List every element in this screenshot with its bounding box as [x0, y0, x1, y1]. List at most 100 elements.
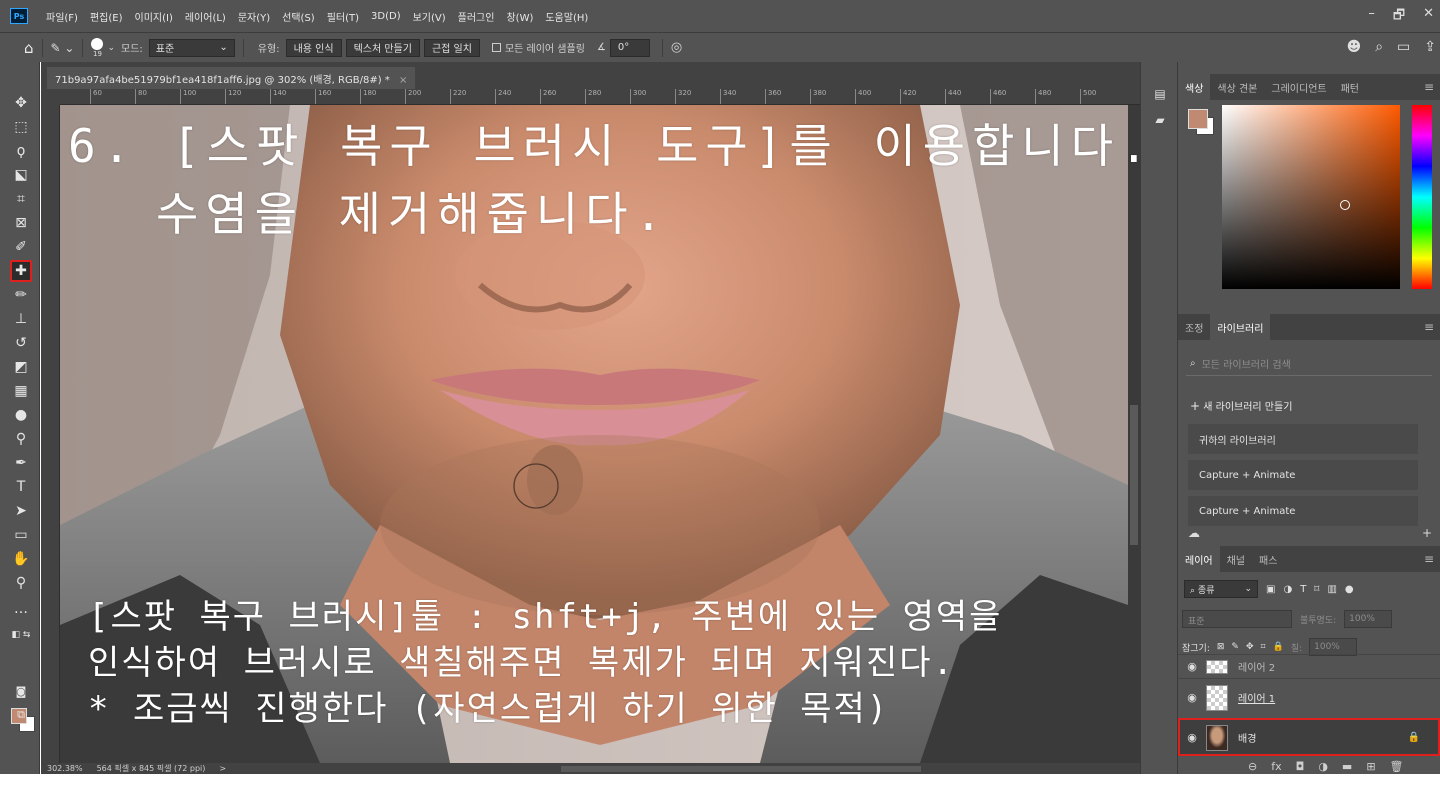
- color-picker-marker[interactable]: [1340, 200, 1350, 210]
- lock-all-icon[interactable]: 🔒: [1273, 642, 1284, 652]
- type-filter-icon[interactable]: T: [1300, 584, 1306, 595]
- tab-layers[interactable]: 레이어: [1178, 546, 1220, 572]
- shape-filter-icon[interactable]: ⌑: [1314, 584, 1319, 595]
- visibility-icon[interactable]: ◉: [1178, 691, 1206, 704]
- menu-type[interactable]: 문자(Y): [232, 9, 276, 24]
- screen-mode-icon[interactable]: ⧉: [10, 704, 32, 726]
- lock-pixels-icon[interactable]: ✎: [1231, 642, 1239, 652]
- more-tools-icon[interactable]: …: [10, 598, 32, 620]
- account-icon[interactable]: ☻: [1347, 39, 1362, 55]
- brush-tool-icon[interactable]: ✏: [10, 284, 32, 306]
- lasso-tool-icon[interactable]: ϙ: [10, 140, 32, 162]
- library-item[interactable]: Capture + Animate: [1188, 460, 1418, 490]
- blend-mode-select[interactable]: 표준: [1182, 610, 1292, 628]
- chevron-down-icon[interactable]: ⌄: [107, 43, 115, 53]
- panel-menu-icon[interactable]: ≡: [1424, 320, 1434, 334]
- layer-kind-filter[interactable]: ⌕ 종류 ⌄: [1184, 580, 1258, 598]
- sample-all-layers-checkbox[interactable]: [491, 43, 501, 52]
- eraser-tool-icon[interactable]: ◩: [10, 356, 32, 378]
- clone-stamp-tool-icon[interactable]: ⊥: [10, 308, 32, 330]
- scroll-thumb[interactable]: [1130, 405, 1138, 545]
- status-menu-arrow[interactable]: >: [219, 764, 226, 773]
- crop-tool-icon[interactable]: ⌗: [10, 188, 32, 210]
- eyedropper-tool-icon[interactable]: ✐: [10, 236, 32, 258]
- pressure-size-icon[interactable]: ◎: [671, 40, 682, 55]
- lock-artboard-icon[interactable]: ⌗: [1261, 642, 1266, 652]
- hand-tool-icon[interactable]: ✋: [10, 548, 32, 570]
- create-texture-button[interactable]: 텍스처 만들기: [345, 38, 420, 57]
- comments-panel-icon[interactable]: ▰: [1151, 112, 1169, 128]
- pen-tool-icon[interactable]: ✒: [10, 452, 32, 474]
- new-layer-icon[interactable]: ⊞: [1366, 760, 1375, 773]
- new-group-icon[interactable]: ▬: [1342, 760, 1352, 773]
- tab-color[interactable]: 색상: [1178, 74, 1211, 100]
- foreground-color-chip[interactable]: [1188, 109, 1208, 129]
- menu-view[interactable]: 보기(V): [407, 9, 452, 24]
- layer-name[interactable]: 레이어 1: [1238, 690, 1275, 705]
- color-picker-field[interactable]: [1222, 105, 1400, 289]
- brush-preset-picker[interactable]: 19: [91, 37, 104, 58]
- zoom-tool-icon[interactable]: ⚲: [10, 572, 32, 594]
- zoom-level[interactable]: 302.38%: [47, 764, 83, 773]
- link-layers-icon[interactable]: ⊖: [1248, 760, 1257, 773]
- layer-row-selected[interactable]: ◉ 배경 🔒: [1178, 718, 1440, 756]
- opacity-input[interactable]: 100%: [1344, 610, 1393, 628]
- share-icon[interactable]: ⇪: [1424, 39, 1436, 55]
- menu-3d[interactable]: 3D(D): [365, 11, 407, 22]
- workspace-icon[interactable]: ▭: [1397, 39, 1410, 55]
- library-item[interactable]: 귀하의 라이브러리: [1188, 424, 1418, 454]
- home-icon[interactable]: ⌂: [24, 39, 34, 57]
- menu-image[interactable]: 이미지(I): [129, 9, 179, 24]
- layer-row[interactable]: ◉ 레이어 2: [1178, 654, 1440, 678]
- tab-paths[interactable]: 패스: [1252, 546, 1284, 572]
- menu-window[interactable]: 창(W): [500, 9, 539, 24]
- pixel-filter-icon[interactable]: ▣: [1266, 584, 1275, 595]
- spot-healing-brush-tool-icon[interactable]: ✚: [10, 260, 32, 282]
- smart-object-filter-icon[interactable]: ▥: [1327, 584, 1336, 595]
- angle-input[interactable]: 0°: [609, 38, 650, 57]
- tab-libraries[interactable]: 라이브러리: [1210, 314, 1271, 340]
- object-selection-tool-icon[interactable]: ⬕: [10, 164, 32, 186]
- menu-plugins[interactable]: 플러그인: [452, 9, 501, 24]
- lock-transparency-icon[interactable]: ⊠: [1217, 642, 1225, 652]
- horizontal-scroll-thumb[interactable]: [561, 766, 921, 772]
- menu-select[interactable]: 선택(S): [276, 9, 321, 24]
- default-colors-icon[interactable]: ◧ ⇆: [10, 624, 32, 646]
- fx-icon[interactable]: fx: [1271, 760, 1281, 773]
- frame-tool-icon[interactable]: ⊠: [10, 212, 32, 234]
- menu-file[interactable]: 파일(F): [40, 9, 84, 24]
- dodge-tool-icon[interactable]: ⚲: [10, 428, 32, 450]
- panel-menu-icon[interactable]: ≡: [1424, 552, 1434, 566]
- quick-mask-icon[interactable]: ◙: [10, 680, 32, 702]
- menu-help[interactable]: 도움말(H): [539, 9, 594, 24]
- panel-menu-icon[interactable]: ≡: [1424, 80, 1434, 94]
- tab-patterns[interactable]: 패턴: [1334, 74, 1366, 100]
- library-search-input[interactable]: ⌕ 모든 라이브러리 검색: [1186, 352, 1432, 376]
- new-library-button[interactable]: + 새 라이브러리 만들기: [1190, 398, 1292, 413]
- visibility-icon[interactable]: ◉: [1178, 731, 1206, 744]
- history-panel-icon[interactable]: ▤: [1151, 86, 1169, 102]
- document-tab[interactable]: 71b9a97afa4be51979bf1ea418f1aff6.jpg @ 3…: [47, 67, 416, 89]
- adjustment-filter-icon[interactable]: ◑: [1283, 584, 1292, 595]
- move-tool-icon[interactable]: ✥: [10, 92, 32, 114]
- lock-position-icon[interactable]: ✥: [1246, 642, 1254, 652]
- tab-swatches[interactable]: 색상 견본: [1210, 74, 1264, 100]
- layer-name[interactable]: 레이어 2: [1238, 659, 1275, 674]
- gradient-tool-icon[interactable]: ▦: [10, 380, 32, 402]
- layer-name[interactable]: 배경: [1238, 730, 1256, 745]
- tab-gradients[interactable]: 그레이디언트: [1264, 74, 1333, 100]
- menu-edit[interactable]: 편집(E): [84, 9, 129, 24]
- add-mask-icon[interactable]: ◘: [1296, 760, 1305, 773]
- library-item[interactable]: Capture + Animate: [1188, 496, 1418, 526]
- adjustment-layer-icon[interactable]: ◑: [1318, 760, 1328, 773]
- content-aware-button[interactable]: 내용 인식: [285, 38, 342, 57]
- search-icon[interactable]: ⌕: [1375, 39, 1383, 55]
- add-icon[interactable]: +: [1422, 526, 1432, 540]
- blur-tool-icon[interactable]: ●: [10, 404, 32, 426]
- close-window-button[interactable]: ✕: [1423, 6, 1434, 28]
- type-tool-icon[interactable]: T: [10, 476, 32, 498]
- tab-adjustments[interactable]: 조정: [1178, 314, 1210, 340]
- visibility-icon[interactable]: ◉: [1178, 660, 1206, 673]
- mode-select[interactable]: 표준 ⌄: [148, 38, 235, 57]
- tool-preset-icon[interactable]: ✎ ⌄: [51, 41, 75, 55]
